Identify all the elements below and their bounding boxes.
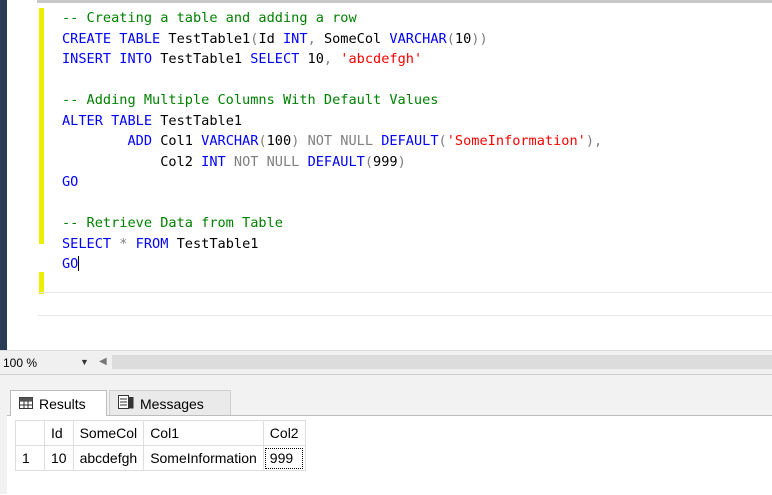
grid-header-row: Id SomeCol Col1 Col2: [15, 420, 306, 446]
column-header[interactable]: Col2: [262, 420, 306, 446]
code-token: )): [471, 30, 488, 47]
scroll-left-icon[interactable]: ◀: [99, 356, 107, 367]
results-grid-area: Id SomeCol Col1 Col2 1 10 abcdefgh SomeI…: [7, 415, 772, 495]
code-line[interactable]: ALTER TABLE TestTable1: [62, 111, 772, 132]
code-token: DEFAULT: [381, 133, 439, 149]
grid-cell-selected[interactable]: 999: [262, 445, 306, 471]
code-token: 10: [454, 30, 472, 47]
code-token: INSERT INTO: [62, 51, 153, 67]
code-line[interactable]: GO: [62, 172, 772, 193]
column-header[interactable]: Id: [44, 420, 74, 446]
editor-left-border: [0, 0, 7, 350]
code-token: ): [397, 153, 406, 170]
code-line[interactable]: -- Creating a table and adding a row: [62, 8, 772, 29]
zoom-level[interactable]: 100 %: [3, 356, 37, 370]
code-token: 'abcdefgh': [340, 51, 423, 67]
editor-top-strip: [0, 0, 772, 3]
code-token: ADD: [62, 133, 153, 149]
code-token: NOT NULL: [233, 153, 300, 170]
code-token: TestTable1: [168, 235, 259, 252]
grid-icon: [19, 396, 33, 412]
grid-corner-cell[interactable]: [15, 420, 45, 446]
tab-results[interactable]: Results: [10, 390, 107, 416]
code-line[interactable]: [62, 70, 772, 91]
table-row: 1 10 abcdefgh SomeInformation 999: [15, 445, 306, 471]
current-line-highlight: [38, 292, 772, 316]
code-token: TestTable1: [160, 30, 251, 47]
code-token: ,: [307, 30, 324, 47]
code-token: (: [364, 153, 374, 170]
code-line[interactable]: -- Adding Multiple Columns With Default …: [62, 90, 772, 111]
code-token: ,: [323, 51, 341, 67]
code-token: INT: [201, 153, 226, 170]
text-caret: [78, 256, 80, 271]
code-token: SomeCol: [323, 30, 390, 47]
code-token: INT: [283, 30, 308, 47]
code-token: DEFAULT: [307, 153, 365, 170]
horizontal-scrollbar[interactable]: [112, 355, 772, 369]
code-token: VARCHAR: [389, 30, 447, 47]
editor-gutter: [7, 0, 44, 350]
code-token: ALTER TABLE: [62, 112, 153, 129]
messages-icon: [118, 395, 134, 412]
code-token: Id: [258, 30, 283, 47]
code-line[interactable]: Col2 INT NOT NULL DEFAULT(999): [62, 152, 772, 173]
code-token: -- Creating a table and adding a row: [62, 10, 357, 26]
change-marker: [39, 8, 44, 244]
code-token: TestTable1: [152, 112, 243, 129]
column-header[interactable]: Col1: [143, 420, 264, 446]
grid-cell[interactable]: abcdefgh: [72, 445, 145, 471]
tab-results-label: Results: [39, 395, 86, 412]
row-number[interactable]: 1: [15, 445, 45, 471]
code-line[interactable]: SELECT * FROM TestTable1: [62, 234, 772, 255]
code-token: SELECT: [62, 235, 112, 252]
code-token: -- Retrieve Data from Table: [62, 215, 283, 231]
code-token: 10: [299, 51, 324, 67]
code-token: FROM: [135, 235, 169, 252]
code-token: VARCHAR: [201, 133, 259, 149]
tab-messages-label: Messages: [140, 395, 204, 412]
code-token: 999: [373, 153, 398, 170]
code-line[interactable]: CREATE TABLE TestTable1(Id INT, SomeCol …: [62, 29, 772, 50]
code-token: TestTable1: [152, 51, 251, 67]
code-lines[interactable]: -- Creating a table and adding a row CREA…: [62, 8, 772, 275]
code-token: 100: [266, 133, 292, 149]
code-token: SELECT: [250, 51, 300, 67]
code-token: GO: [62, 174, 79, 190]
code-token: Col2: [62, 153, 202, 170]
code-token: (: [438, 133, 447, 149]
code-token: *: [111, 235, 136, 252]
chevron-down-icon[interactable]: ▼: [80, 357, 89, 367]
code-line[interactable]: ADD Col1 VARCHAR(100) NOT NULL DEFAULT('…: [62, 131, 772, 152]
code-line[interactable]: GO: [62, 254, 772, 275]
code-token: CREATE TABLE: [62, 30, 161, 47]
code-token: -- Adding Multiple Columns With Default …: [62, 92, 439, 108]
code-token: (: [446, 30, 455, 47]
code-token: ): [291, 133, 308, 149]
code-token: (: [258, 133, 267, 149]
code-token: 'SomeInformation': [446, 133, 586, 149]
code-token: ),: [585, 133, 603, 149]
results-pane: Results Messages Id SomeCol Col1 Col2 1 …: [0, 374, 772, 495]
code-token: NOT NULL: [307, 133, 374, 149]
grid-cell[interactable]: SomeInformation: [143, 445, 264, 471]
code-line[interactable]: INSERT INTO TestTable1 SELECT 10, 'abcde…: [62, 49, 772, 70]
code-token: GO: [62, 256, 79, 272]
code-line[interactable]: [62, 193, 772, 214]
grid-cell[interactable]: 10: [44, 445, 74, 471]
change-marker: [39, 272, 44, 294]
tab-messages[interactable]: Messages: [109, 390, 231, 416]
column-header[interactable]: SomeCol: [72, 420, 145, 446]
zoom-bar: 100 % ▼ ◀: [0, 350, 772, 375]
code-line[interactable]: -- Retrieve Data from Table: [62, 213, 772, 234]
code-token: Col1: [152, 133, 202, 149]
sql-editor[interactable]: -- Creating a table and adding a row CREA…: [0, 0, 772, 350]
results-grid: Id SomeCol Col1 Col2 1 10 abcdefgh SomeI…: [15, 420, 306, 471]
